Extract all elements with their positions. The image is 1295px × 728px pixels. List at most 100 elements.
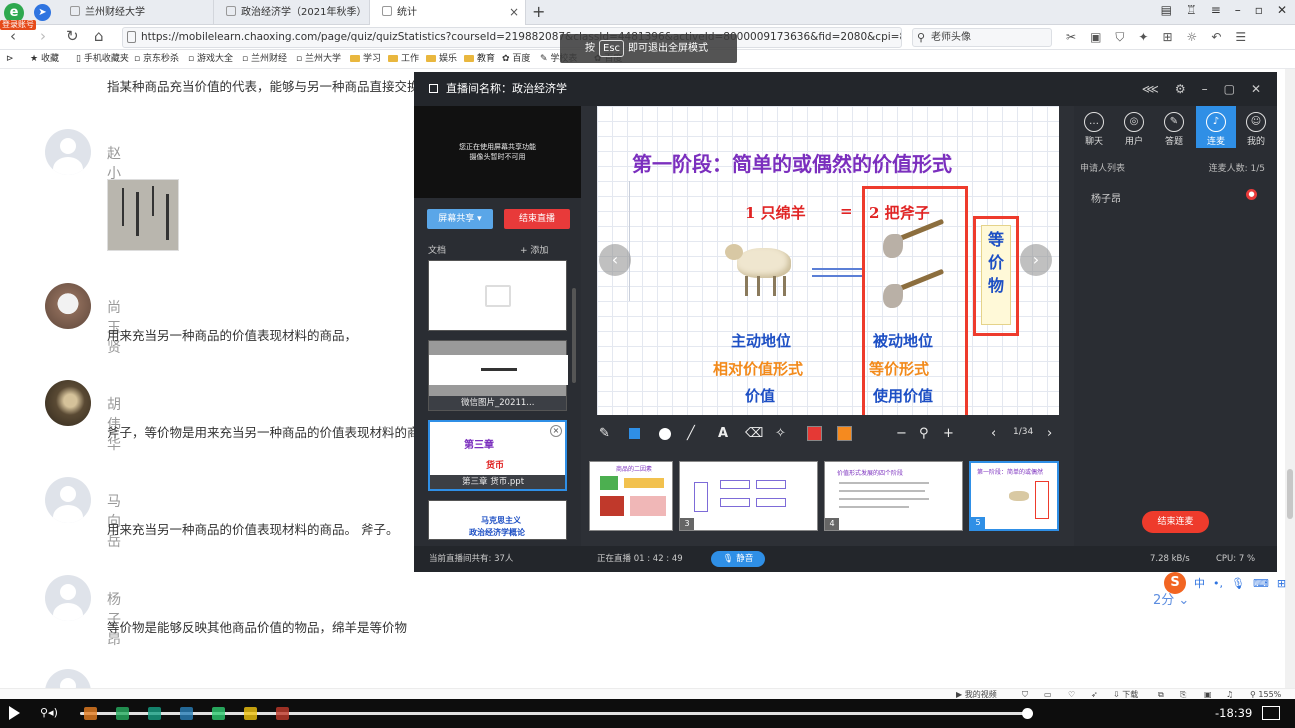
tab-connect-mic[interactable]: ♪ 连麦: [1196, 106, 1236, 148]
app-icon[interactable]: [84, 707, 97, 720]
app-icon[interactable]: [116, 707, 129, 720]
maximize-icon[interactable]: ▫: [1255, 3, 1263, 17]
slide-thumbnail-selected[interactable]: 第一阶段：简单的或偶然 5: [969, 461, 1059, 531]
address-bar[interactable]: https://mobilelearn.chaoxing.com/page/qu…: [122, 27, 902, 48]
tab-mine[interactable]: ☺ 我的: [1236, 106, 1276, 148]
slide-thumbnail[interactable]: 商品的二因素: [589, 461, 673, 531]
bookmark-mobile[interactable]: ▯ 手机收藏夹: [76, 50, 129, 69]
bookmark-folder-work[interactable]: 工作: [388, 50, 419, 69]
search-box[interactable]: ⚲ 老师头像: [912, 28, 1052, 47]
progress-handle[interactable]: [1022, 708, 1034, 719]
app-icon[interactable]: [212, 707, 225, 720]
bookmark-baidu[interactable]: ✿ 百度: [502, 50, 530, 69]
color-swatch-red[interactable]: [807, 426, 822, 441]
pencil-icon[interactable]: ✎: [599, 426, 610, 442]
slide-thumbnail[interactable]: 价值形式发展的四个阶段 4: [824, 461, 963, 531]
line-tool-icon[interactable]: ╱: [687, 426, 695, 442]
close-window-icon[interactable]: ✕: [1277, 3, 1287, 17]
more-menu-icon[interactable]: ☰: [1235, 30, 1246, 45]
bookmark-jd[interactable]: ▫ 京东秒杀: [134, 50, 179, 69]
apps-grid-icon[interactable]: ⊞: [1162, 30, 1172, 45]
undo-icon[interactable]: ↶: [1211, 30, 1221, 45]
menu-icon[interactable]: ≡: [1211, 3, 1221, 17]
bookmark-folder-fun[interactable]: 娱乐: [426, 50, 457, 69]
bookmark-favorites[interactable]: ★ 收藏: [30, 50, 59, 69]
document-item-selected[interactable]: 第三章 货币 × PPT 第三章 货币.ppt: [428, 420, 567, 491]
prev-slide-button[interactable]: ‹: [599, 244, 631, 276]
zoom-in-icon[interactable]: +: [943, 426, 954, 442]
scissors-icon[interactable]: ✂: [1066, 30, 1076, 45]
screen-share-button[interactable]: 屏幕共享 ▾: [427, 209, 493, 229]
page-scrollbar[interactable]: [1285, 69, 1295, 699]
tab-statistics[interactable]: 统计 ×: [370, 0, 526, 25]
forward-icon[interactable]: ›: [40, 27, 46, 45]
color-swatch-orange[interactable]: [837, 426, 852, 441]
refresh-icon[interactable]: ↻: [66, 27, 79, 45]
next-page-icon[interactable]: ›: [1047, 426, 1052, 442]
send-icon[interactable]: ➤: [34, 4, 51, 21]
clear-icon[interactable]: ✧: [775, 426, 786, 442]
end-live-button[interactable]: 结束直播: [504, 209, 570, 229]
minimize-icon[interactable]: –: [1235, 3, 1241, 17]
close-tab-icon[interactable]: ×: [509, 0, 519, 25]
tab-users[interactable]: ◎ 用户: [1114, 106, 1154, 148]
keyboard-icon[interactable]: ⌨: [1253, 577, 1269, 590]
game-icon[interactable]: ✦: [1138, 30, 1148, 45]
tab-quiz[interactable]: ✎ 答题: [1154, 106, 1194, 148]
minimize-icon[interactable]: –: [1202, 72, 1208, 106]
login-badge[interactable]: 登录账号: [0, 20, 36, 30]
play-icon[interactable]: [9, 706, 20, 720]
next-slide-button[interactable]: ›: [1020, 244, 1052, 276]
shirt-icon[interactable]: ♖: [1186, 3, 1197, 17]
remove-document-icon[interactable]: ×: [550, 425, 562, 437]
chevron-down-icon[interactable]: ⌄: [1178, 593, 1189, 608]
document-item[interactable]: 马克思主义 政治经济学概论: [428, 500, 567, 540]
prev-page-icon[interactable]: ‹: [991, 426, 996, 442]
zoom-out-icon[interactable]: −: [896, 426, 907, 442]
bookmark-folder-study[interactable]: 学习: [350, 50, 381, 69]
extension-icon[interactable]: ▣: [1090, 30, 1101, 45]
volume-icon[interactable]: ⚲◂): [40, 706, 58, 719]
tab-political-economy[interactable]: 政治经济学（2021年秋季）: [214, 0, 370, 25]
maximize-icon[interactable]: ▢: [1224, 72, 1235, 106]
document-item[interactable]: [428, 260, 567, 331]
bookmark-games[interactable]: ▫ 游戏大全: [188, 50, 233, 69]
app-icon[interactable]: [276, 707, 289, 720]
new-tab-button[interactable]: +: [532, 2, 545, 21]
home-icon[interactable]: ⌂: [94, 27, 104, 45]
text-tool-icon[interactable]: A: [718, 426, 728, 442]
slide-thumbnail[interactable]: 3: [679, 461, 818, 531]
ime-language[interactable]: 中: [1194, 575, 1205, 591]
app-icon[interactable]: [180, 707, 193, 720]
settings-gear-icon[interactable]: ⚙: [1175, 72, 1186, 106]
add-document-button[interactable]: + 添加: [520, 243, 548, 256]
bookmark-folder-edu[interactable]: 教育: [464, 50, 495, 69]
tab-list-icon[interactable]: ▤: [1161, 3, 1172, 17]
sidebar-toggle-icon[interactable]: ⊳: [6, 50, 14, 69]
grid-icon[interactable]: ⊞: [1277, 577, 1286, 590]
eraser-icon[interactable]: ⌫: [745, 426, 763, 442]
shield-icon[interactable]: ⛉: [1115, 30, 1124, 45]
scrollbar-thumb[interactable]: [1287, 469, 1293, 519]
app-icon[interactable]: [244, 707, 257, 720]
share-icon[interactable]: ⋘: [1142, 72, 1159, 106]
hangup-icon[interactable]: ●: [1246, 189, 1257, 200]
attachment-image[interactable]: [107, 179, 179, 251]
document-scrollbar[interactable]: [572, 288, 576, 383]
mute-button[interactable]: 🎙︎ 静音: [711, 551, 765, 567]
app-icon[interactable]: [148, 707, 161, 720]
document-item[interactable]: PNG 微信图片_20211...: [428, 340, 568, 411]
bookmark-lzu[interactable]: ▫ 兰州大学: [296, 50, 341, 69]
bookmark-lzufe[interactable]: ▫ 兰州财经: [242, 50, 287, 69]
theme-icon[interactable]: ☼: [1187, 30, 1198, 45]
circle-tool-icon[interactable]: [659, 428, 671, 440]
sogou-logo-icon[interactable]: S: [1164, 572, 1186, 594]
tab-lanzhou-university[interactable]: 兰州财经大学: [58, 0, 214, 25]
punctuation-icon[interactable]: •,: [1213, 577, 1223, 590]
end-connect-button[interactable]: 结束连麦: [1142, 511, 1209, 533]
zoom-icon[interactable]: ⚲: [919, 426, 929, 442]
fullscreen-icon[interactable]: [1262, 706, 1280, 720]
rectangle-tool-icon[interactable]: [629, 428, 640, 439]
close-icon[interactable]: ✕: [1251, 72, 1261, 106]
tab-chat[interactable]: … 聊天: [1074, 106, 1114, 148]
